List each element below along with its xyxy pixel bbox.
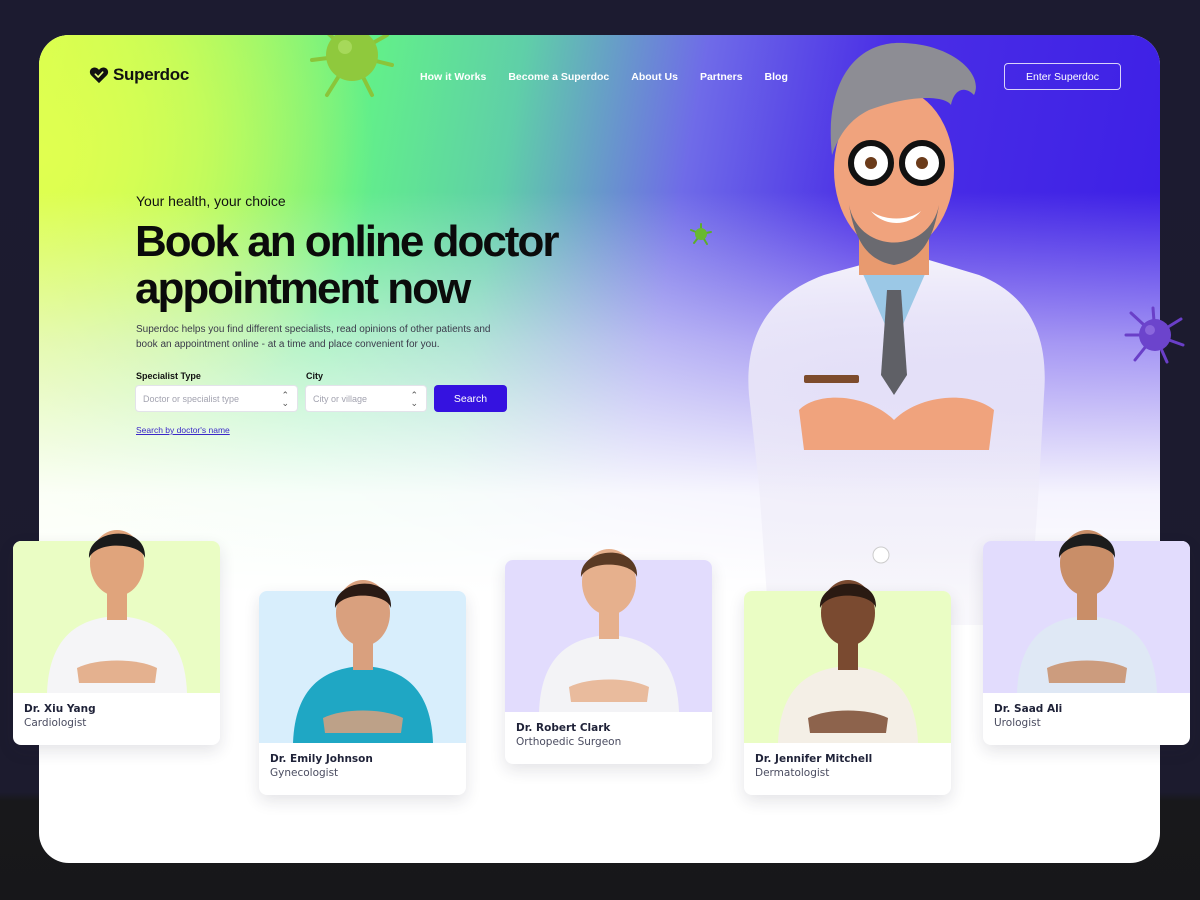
doctor-name: Dr. Jennifer Mitchell	[755, 753, 873, 765]
brand-logo[interactable]: Superdoc	[89, 65, 189, 85]
specialist-type-label: Specialist Type	[136, 371, 201, 381]
specialist-type-placeholder: Doctor or specialist type	[143, 393, 240, 404]
doctor-photo	[744, 580, 951, 743]
doctor-portrait	[46, 530, 187, 693]
small-green-virus-icon	[690, 223, 712, 245]
search-button[interactable]: Search	[434, 385, 507, 412]
doctor-card[interactable]: Dr. Saad Ali Urologist	[983, 530, 1190, 745]
doctor-name: Dr. Saad Ali	[994, 703, 1063, 715]
doctor-specialty: Orthopedic Surgeon	[516, 736, 622, 748]
doctor-photo	[983, 530, 1190, 693]
doctor-name: Dr. Xiu Yang	[24, 703, 96, 715]
specialist-type-select[interactable]: Doctor or specialist type ⌃ ⌄	[135, 385, 298, 412]
nav-about-us[interactable]: About Us	[631, 71, 678, 83]
doctor-name: Dr. Emily Johnson	[270, 753, 373, 765]
doctor-specialty: Urologist	[994, 717, 1041, 729]
doctor-specialty: Dermatologist	[755, 767, 830, 779]
purple-virus-icon	[1124, 306, 1185, 364]
hero-description: Superdoc helps you find different specia…	[136, 324, 491, 350]
city-placeholder: City or village	[313, 393, 368, 404]
heart-check-icon	[89, 67, 109, 84]
city-select[interactable]: City or village ⌃ ⌄	[305, 385, 427, 412]
doctor-specialty: Gynecologist	[270, 767, 339, 779]
doctor-photo	[13, 530, 220, 693]
doctor-card[interactable]: Dr. Xiu Yang Cardiologist	[13, 530, 220, 745]
doctor-portrait	[292, 580, 433, 743]
headline-line-2: appointment now	[135, 264, 471, 313]
doctor-card[interactable]: Dr. Emily Johnson Gynecologist	[259, 580, 466, 795]
nav-become-a-superdoc[interactable]: Become a Superdoc	[508, 71, 609, 83]
brand-name: Superdoc	[113, 65, 190, 84]
city-label: City	[306, 371, 324, 381]
doctor-portrait	[1016, 530, 1157, 693]
search-by-name-link[interactable]: Search by doctor's name	[136, 425, 230, 435]
select-arrows-icon: ⌃ ⌄	[410, 389, 418, 408]
doctor-card[interactable]: Dr. Jennifer Mitchell Dermatologist	[744, 580, 951, 795]
green-virus-icon	[310, 35, 394, 97]
doctor-card[interactable]: Dr. Robert Clark Orthopedic Surgeon	[505, 549, 712, 764]
hero-eyebrow: Your health, your choice	[136, 193, 286, 209]
nav-how-it-works[interactable]: How it Works	[420, 71, 486, 83]
hero-headline: Book an online doctor appointment now	[135, 218, 595, 312]
doctor-specialty: Cardiologist	[24, 717, 87, 729]
doctor-photo	[259, 580, 466, 743]
select-arrows-icon: ⌃ ⌄	[281, 389, 289, 408]
doctor-portrait	[538, 549, 679, 712]
headline-line-1: Book an online doctor	[135, 217, 559, 266]
doctor-name: Dr. Robert Clark	[516, 722, 611, 734]
doctor-photo	[505, 549, 712, 712]
doctor-portrait	[777, 580, 918, 743]
